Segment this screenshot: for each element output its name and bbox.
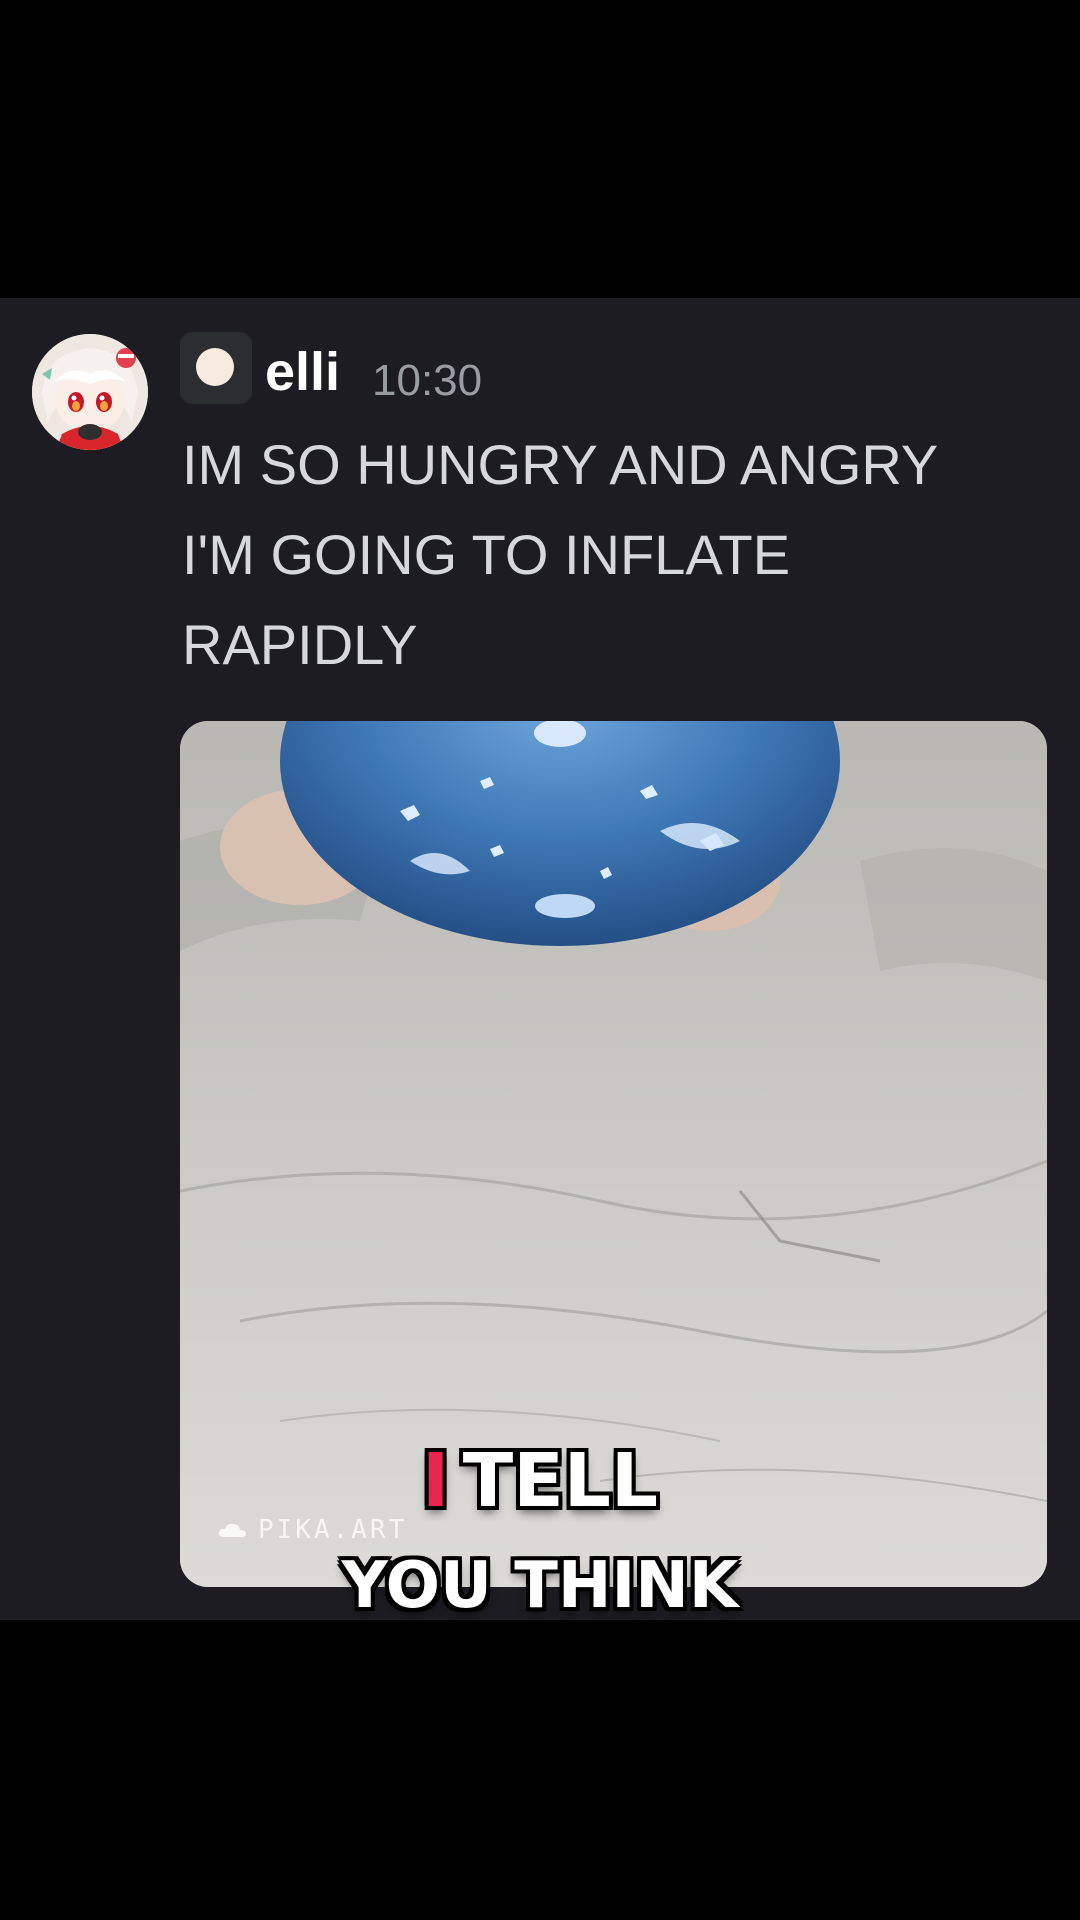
caption-word: TELL — [462, 1438, 659, 1524]
role-badge — [180, 332, 252, 404]
message-text: IM SO HUNGRY AND ANGRY I'M GOING TO INFL… — [182, 433, 939, 676]
anime-avatar-image — [32, 334, 148, 450]
role-dot-icon — [196, 348, 234, 386]
bottom-letterbox — [0, 1620, 1080, 1920]
avatar[interactable] — [32, 334, 148, 450]
username[interactable]: elli — [265, 342, 340, 402]
caption-line-2: YOU THINK — [341, 1549, 739, 1623]
caption-highlight-word: I — [421, 1438, 450, 1524]
screen: elli 10:30 IM SO HUNGRY AND ANGRY I'M GO… — [0, 0, 1080, 1920]
message-timestamp: 10:30 — [372, 356, 483, 405]
caption-line-1: I TELL — [0, 1436, 1080, 1526]
top-letterbox — [0, 0, 1080, 298]
